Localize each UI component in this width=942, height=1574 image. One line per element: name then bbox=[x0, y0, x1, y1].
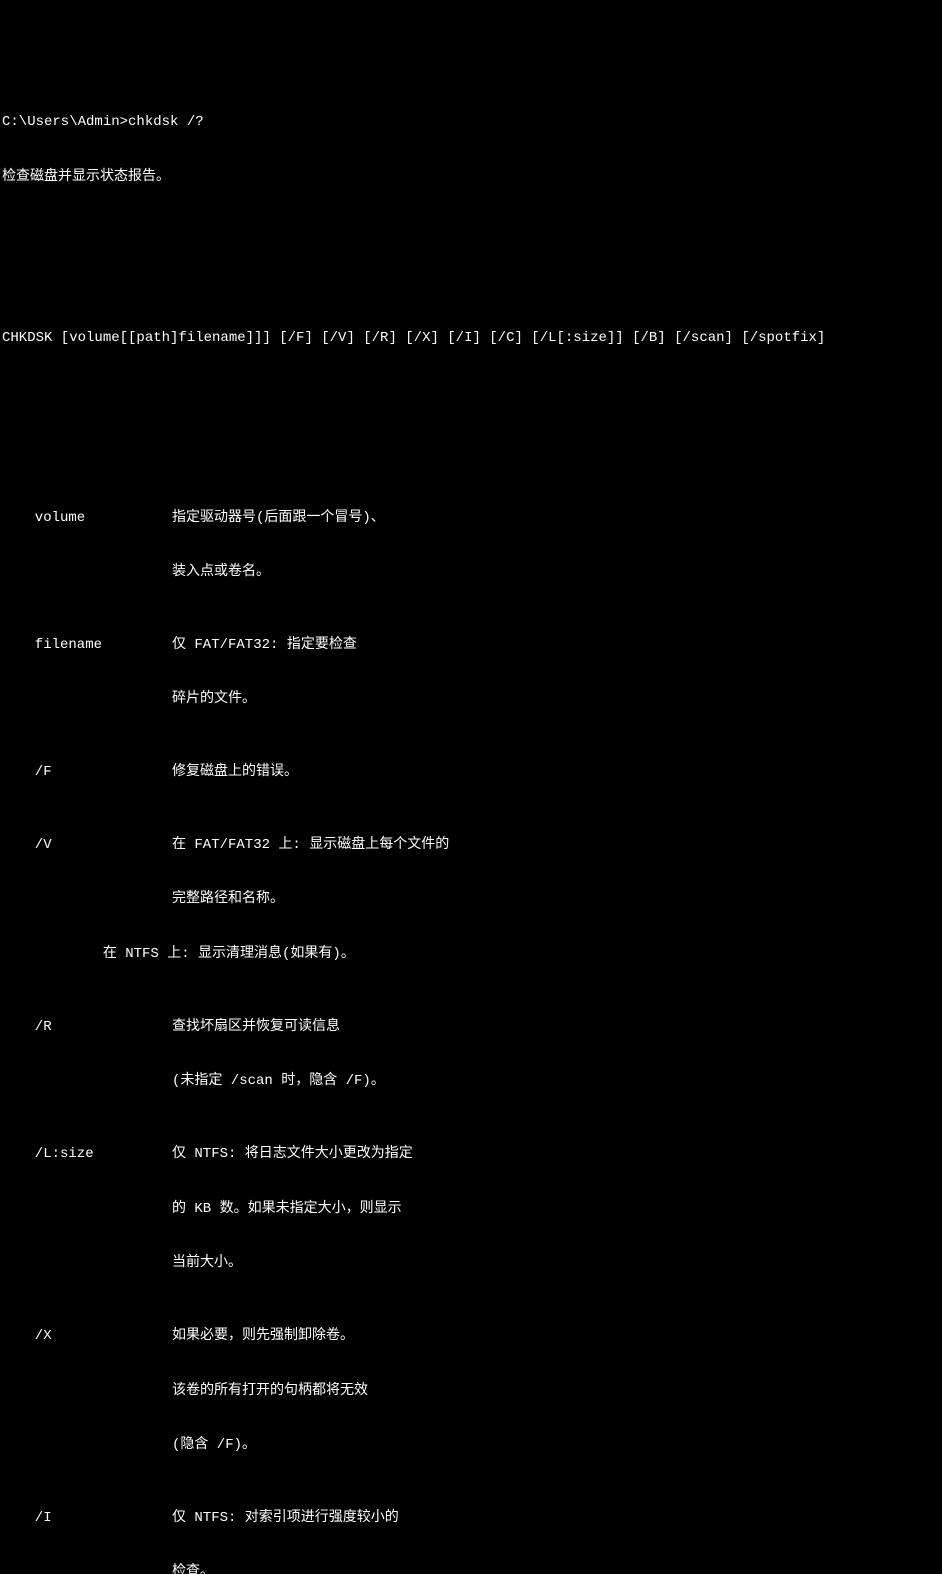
param-lsize-cont: 的 KB 数。如果未指定大小，则显示 bbox=[2, 1200, 940, 1218]
param-volume: volume指定驱动器号(后面跟一个冒号)、 bbox=[2, 509, 940, 527]
syntax-line: CHKDSK [volume[[path]filename]]] [/F] [/… bbox=[2, 329, 940, 347]
param-v: /V在 FAT/FAT32 上: 显示磁盘上每个文件的 bbox=[2, 836, 940, 854]
param-lsize-cont2: 当前大小。 bbox=[2, 1254, 940, 1272]
param-i-cont: 检查。 bbox=[2, 1563, 940, 1574]
param-x: /X如果必要，则先强制卸除卷。 bbox=[2, 1327, 940, 1345]
prompt: C:\Users\Admin> bbox=[2, 113, 128, 131]
param-x-cont2: (隐含 /F)。 bbox=[2, 1436, 940, 1454]
spacer bbox=[2, 384, 940, 401]
command-line: C:\Users\Admin>chkdsk /? bbox=[2, 113, 940, 131]
param-filename: filename仅 FAT/FAT32: 指定要检查 bbox=[2, 636, 940, 654]
param-i: /I仅 NTFS: 对索引项进行强度较小的 bbox=[2, 1509, 940, 1527]
param-lsize: /L:size仅 NTFS: 将日志文件大小更改为指定 bbox=[2, 1145, 940, 1163]
param-v-cont: 完整路径和名称。 bbox=[2, 890, 940, 908]
param-r: /R查找坏扇区并恢复可读信息 bbox=[2, 1018, 940, 1036]
intro-text: 检查磁盘并显示状态报告。 bbox=[2, 168, 940, 186]
spacer bbox=[2, 222, 940, 239]
param-v-ntfs: 在 NTFS 上: 显示清理消息(如果有)。 bbox=[2, 945, 940, 963]
spacer bbox=[2, 276, 940, 293]
terminal-output: C:\Users\Admin>chkdsk /? 检查磁盘并显示状态报告。 CH… bbox=[2, 77, 940, 1574]
command-text: chkdsk /? bbox=[128, 113, 204, 131]
param-volume-cont: 装入点或卷名。 bbox=[2, 563, 940, 581]
param-filename-cont: 碎片的文件。 bbox=[2, 690, 940, 708]
param-x-cont: 该卷的所有打开的句柄都将无效 bbox=[2, 1382, 940, 1400]
spacer bbox=[2, 437, 940, 454]
param-r-cont: (未指定 /scan 时，隐含 /F)。 bbox=[2, 1072, 940, 1090]
param-f: /F修复磁盘上的错误。 bbox=[2, 763, 940, 781]
